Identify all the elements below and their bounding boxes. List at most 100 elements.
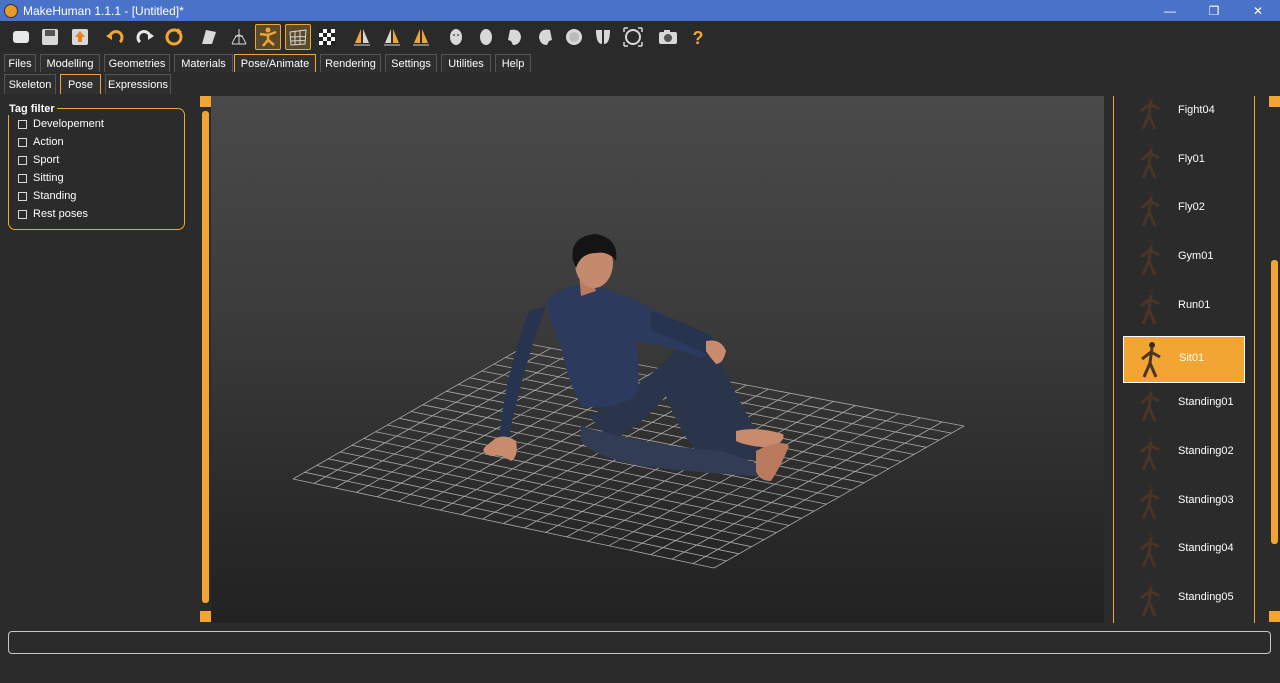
tag-checkbox-rest-poses[interactable]: Rest poses [18, 206, 88, 222]
pose-name: Run01 [1178, 298, 1211, 311]
title-bar: MakeHuman 1.1.1 - [Untitled]* — ❐ ✕ [0, 0, 1280, 21]
pose-name: Fight04 [1178, 104, 1215, 116]
window-title: MakeHuman 1.1.1 - [Untitled]* [23, 3, 184, 18]
scroll-down-arrow[interactable] [200, 611, 211, 622]
pose-thumbnail [1140, 240, 1160, 276]
symmetry-left-icon[interactable] [379, 24, 405, 50]
tab-materials[interactable]: Materials [174, 54, 233, 72]
wireframe-icon[interactable] [226, 24, 252, 50]
left-panel-scrollbar[interactable] [200, 96, 211, 622]
scroll-thumb[interactable] [1271, 260, 1278, 544]
reset-camera-icon[interactable] [620, 24, 646, 50]
screenshot-icon[interactable] [655, 24, 681, 50]
help-icon[interactable]: ? [685, 24, 711, 50]
symmetry-icon[interactable] [408, 24, 434, 50]
pose-item[interactable]: Gym01 [1123, 235, 1245, 282]
pose-thumbnail [1140, 142, 1160, 179]
export-icon[interactable] [67, 24, 93, 50]
symmetry-right-icon[interactable] [349, 24, 375, 50]
grid-icon[interactable] [284, 23, 311, 50]
redo-icon[interactable] [132, 24, 158, 50]
reset-icon[interactable] [161, 24, 187, 50]
main-toolbar: ? [0, 21, 1280, 52]
makehuman-logo-icon [4, 3, 18, 18]
pose-item[interactable]: Standing02 [1123, 430, 1245, 477]
3d-viewport[interactable] [211, 96, 1104, 623]
undo-icon[interactable] [102, 24, 128, 50]
pose-thumbnail [1140, 434, 1160, 471]
scroll-down-arrow[interactable] [1269, 611, 1280, 622]
checkbox-box[interactable] [18, 155, 27, 165]
back-view-icon[interactable] [473, 24, 499, 50]
tab-skeleton[interactable]: Skeleton [4, 74, 56, 94]
pose-list-panel: Fight04 Fly01 Fly02 Gym01 Run01 Sit01 Standing… [1104, 96, 1280, 623]
tab-utilities[interactable]: Utilities [441, 54, 491, 72]
right-view-icon[interactable] [532, 24, 558, 50]
tag-checkbox-developement[interactable]: Developement [18, 116, 104, 132]
left-view-icon[interactable] [502, 24, 528, 50]
checkbox-box[interactable] [18, 209, 27, 219]
scroll-up-arrow[interactable] [200, 96, 211, 107]
checkbox-box[interactable] [18, 191, 27, 201]
front-view-icon[interactable] [443, 24, 469, 50]
checkbox-box[interactable] [18, 137, 27, 147]
tab-files[interactable]: Files [4, 54, 36, 72]
left-panel: Tag filter Developement Action Sport Sit… [0, 95, 199, 623]
pose-item[interactable]: Fly02 [1123, 186, 1245, 233]
checkbox-label: Sport [33, 154, 60, 166]
pose-item[interactable]: Standing03 [1123, 479, 1245, 526]
tab-settings[interactable]: Settings [385, 54, 437, 72]
pose-thumbnail [1140, 191, 1160, 227]
pose-name: Gym01 [1178, 250, 1214, 263]
pose-thumbnail [1140, 581, 1160, 617]
top-view-icon[interactable] [561, 24, 587, 50]
close-button[interactable]: ✕ [1236, 0, 1280, 21]
checkbox-label: Standing [33, 190, 77, 202]
save-icon[interactable] [37, 24, 63, 50]
sub-tab-bar: Skeleton Pose Expressions [0, 73, 1280, 95]
pose-item[interactable]: Fly01 [1123, 138, 1245, 185]
tag-checkbox-sitting[interactable]: Sitting [18, 170, 64, 186]
tab-rendering[interactable]: Rendering [320, 54, 381, 72]
checkbox-box[interactable] [18, 173, 27, 183]
tab-help[interactable]: Help [495, 54, 531, 72]
smooth-icon[interactable] [196, 24, 222, 50]
pose-item[interactable]: Sit01 [1123, 335, 1245, 383]
tab-pose[interactable]: Pose [60, 74, 101, 94]
pose-name: Standing02 [1178, 444, 1234, 457]
pose-icon[interactable] [255, 23, 282, 50]
tag-filter-group: Tag filter Developement Action Sport Sit… [7, 103, 185, 230]
background-icon[interactable] [314, 24, 340, 50]
pose-thumbnail [1140, 483, 1160, 520]
pose-name: Fly02 [1178, 201, 1205, 214]
pose-item[interactable]: Fight04 [1123, 96, 1245, 136]
pose-item[interactable]: Run01 [1123, 284, 1245, 331]
tag-checkbox-action[interactable]: Action [18, 134, 64, 150]
bottom-view-icon[interactable] [590, 24, 616, 50]
pose-item[interactable]: Standing01 [1123, 381, 1245, 428]
tab-geometries[interactable]: Geometries [104, 54, 170, 72]
scroll-thumb[interactable] [202, 111, 209, 603]
tab-expressions[interactable]: Expressions [105, 74, 171, 94]
checkbox-label: Rest poses [33, 208, 89, 220]
pose-list-scrollbar[interactable] [1269, 96, 1280, 622]
tab-pose-animate[interactable]: Pose/Animate [234, 54, 316, 72]
scroll-up-arrow[interactable] [1269, 96, 1280, 107]
checkbox-box[interactable] [18, 119, 27, 129]
pose-item[interactable]: Standing04 [1123, 527, 1245, 574]
checkbox-label: Action [33, 136, 64, 148]
tab-modelling[interactable]: Modelling [40, 54, 100, 72]
pose-thumbnail [1140, 532, 1160, 568]
new-file-icon[interactable] [8, 24, 34, 50]
pose-name: Standing05 [1178, 591, 1234, 603]
tag-checkbox-sport[interactable]: Sport [18, 152, 59, 168]
main-tab-bar: Files Modelling Geometries Materials Pos… [0, 52, 1280, 74]
maximize-button[interactable]: ❐ [1192, 0, 1236, 21]
svg-text:?: ? [692, 28, 703, 48]
tag-checkbox-standing[interactable]: Standing [18, 188, 76, 204]
minimize-button[interactable]: — [1148, 0, 1192, 21]
pose-name: Standing01 [1178, 396, 1234, 409]
checkbox-label: Developement [33, 118, 104, 130]
pose-item[interactable]: Standing05 [1123, 576, 1245, 623]
pose-name: Fly01 [1178, 152, 1205, 165]
